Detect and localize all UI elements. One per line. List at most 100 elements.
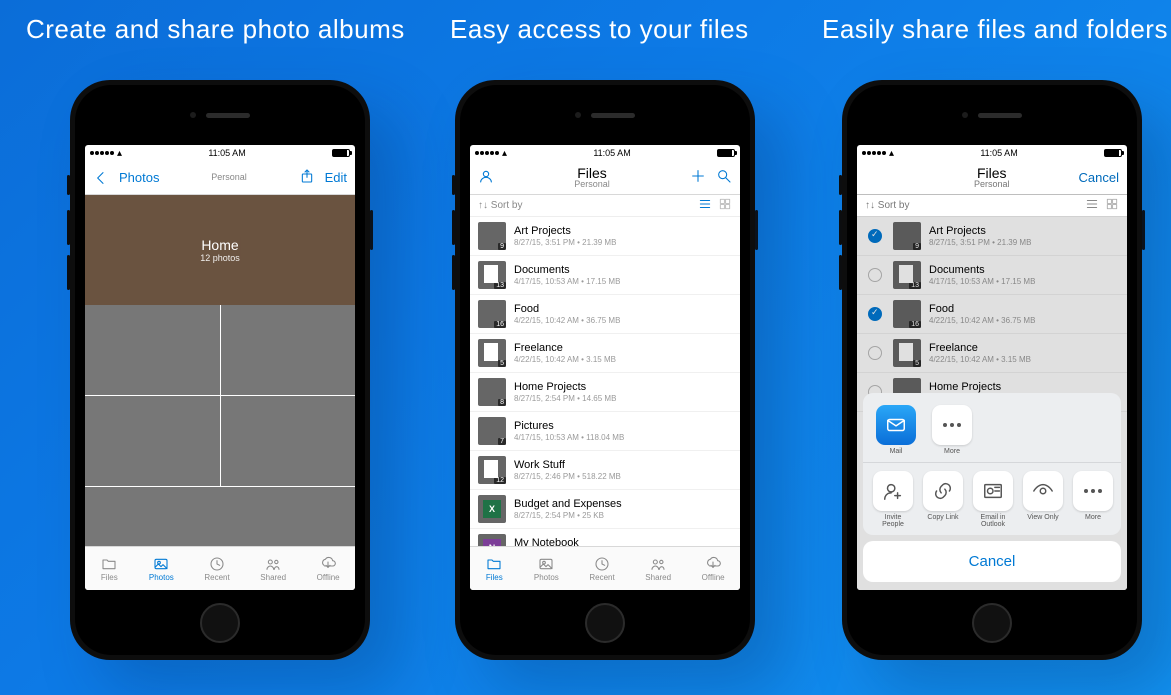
file-info: 4/22/15, 10:42 AM • 36.75 MB xyxy=(929,316,1035,326)
more-icon xyxy=(932,405,972,445)
file-row[interactable]: 5Freelance4/22/15, 10:42 AM • 3.15 MB xyxy=(470,334,740,373)
search-icon[interactable] xyxy=(716,168,732,187)
sort-button[interactable]: ↑↓ Sort by xyxy=(865,200,909,211)
file-name: Pictures xyxy=(514,420,624,433)
share-option-label: Invite People xyxy=(873,514,913,529)
share-icon[interactable] xyxy=(299,168,315,187)
tab-recent[interactable]: Recent xyxy=(589,556,614,582)
sort-button[interactable]: ↑↓ Sort by xyxy=(478,200,522,211)
select-checkbox[interactable] xyxy=(868,229,882,243)
edit-button[interactable]: Edit xyxy=(325,170,347,185)
back-button[interactable]: Photos xyxy=(93,170,159,186)
sort-toolbar: ↑↓ Sort by xyxy=(857,195,1127,217)
file-row[interactable]: 9Art Projects8/27/15, 3:51 PM • 21.39 MB xyxy=(857,217,1127,256)
file-name: My Notebook xyxy=(514,537,613,546)
file-thumbnail: N xyxy=(478,534,506,546)
select-checkbox[interactable] xyxy=(868,268,882,282)
file-row[interactable]: NMy Notebook10/6/15, 12:51 PM • 280 KB xyxy=(470,529,740,546)
tab-offline[interactable]: Offline xyxy=(317,556,340,582)
file-name: Art Projects xyxy=(514,225,616,238)
file-count-badge: 12 xyxy=(494,477,506,484)
file-count-badge: 5 xyxy=(498,360,506,367)
nav-bar: Files Personal xyxy=(470,161,740,195)
file-info: 8/27/15, 3:51 PM • 21.39 MB xyxy=(929,238,1031,248)
file-name: Art Projects xyxy=(929,225,1031,238)
album-hero[interactable]: Home 12 photos xyxy=(85,195,355,305)
tab-shared[interactable]: Shared xyxy=(645,556,671,582)
nav-cancel-button[interactable]: Cancel xyxy=(1079,170,1119,185)
select-checkbox[interactable] xyxy=(868,385,882,399)
file-thumbnail: 8 xyxy=(893,378,921,406)
account-icon[interactable] xyxy=(478,168,494,187)
file-count-badge: 9 xyxy=(498,243,506,250)
share-option-view[interactable]: View Only xyxy=(1023,471,1063,529)
screen-share: ▴ 11:05 AM Files Personal Cancel ↑↓ Sort… xyxy=(857,145,1127,590)
share-option-invite[interactable]: Invite People xyxy=(873,471,913,529)
view-grid-icon[interactable] xyxy=(1105,197,1119,214)
file-info: 8/27/15, 2:54 PM • 25 KB xyxy=(514,511,622,521)
photo-thumbnail[interactable] xyxy=(221,305,356,395)
tab-files[interactable]: Files xyxy=(485,556,503,582)
status-bar: ▴ 11:05 AM xyxy=(470,145,740,161)
tab-recent[interactable]: Recent xyxy=(204,556,229,582)
file-row[interactable]: 16Food4/22/15, 10:42 AM • 36.75 MB xyxy=(857,295,1127,334)
photo-thumbnail[interactable] xyxy=(85,396,220,486)
file-row[interactable]: 16 Food4/22/15, 10:42 AM • 36.75 MB xyxy=(470,295,740,334)
file-count-badge: 16 xyxy=(494,321,506,328)
copy-link-icon xyxy=(923,471,963,511)
file-row[interactable]: 8Home Projects8/27/15, 2:54 PM • 14.65 M… xyxy=(857,373,1127,412)
share-option-more[interactable]: More xyxy=(929,405,975,456)
share-option-mail[interactable]: Mail xyxy=(873,405,919,456)
album-subtitle: 12 photos xyxy=(200,253,240,263)
file-row[interactable]: 9Art Projects8/27/15, 3:51 PM • 21.39 MB xyxy=(470,217,740,256)
home-button[interactable] xyxy=(585,603,625,643)
file-row[interactable]: 5Freelance4/22/15, 10:42 AM • 3.15 MB xyxy=(857,334,1127,373)
file-count-badge: 5 xyxy=(913,360,921,367)
file-thumbnail: 7 xyxy=(478,417,506,445)
tab-photos[interactable]: Photos xyxy=(149,556,174,582)
nav-title: Files xyxy=(577,166,607,180)
share-option-label: View Only xyxy=(1027,514,1058,522)
photo-thumbnail[interactable] xyxy=(221,396,356,486)
album-title: Home xyxy=(200,237,240,253)
tab-photos[interactable]: Photos xyxy=(534,556,559,582)
select-checkbox[interactable] xyxy=(868,346,882,360)
file-row[interactable]: 13Documents4/17/15, 10:53 AM • 17.15 MB xyxy=(857,256,1127,295)
select-checkbox[interactable] xyxy=(868,307,882,321)
share-option-label: More xyxy=(1085,514,1101,522)
caption-3: Easily share files and folders xyxy=(822,14,1168,45)
file-row[interactable]: 13Documents4/17/15, 10:53 AM • 17.15 MB xyxy=(470,256,740,295)
file-row[interactable]: 7Pictures4/17/15, 10:53 AM • 118.04 MB xyxy=(470,412,740,451)
file-name: Food xyxy=(514,303,620,316)
view-only-icon xyxy=(1023,471,1063,511)
file-name: Work Stuff xyxy=(514,459,621,472)
file-row[interactable]: 12Work Stuff8/27/15, 2:46 PM • 518.22 MB xyxy=(470,451,740,490)
home-button[interactable] xyxy=(972,603,1012,643)
add-icon[interactable] xyxy=(690,168,706,187)
phone-photos: ▴ 11:05 AM Photos Personal Edit Home xyxy=(70,80,370,660)
photo-thumbnail[interactable] xyxy=(85,305,220,395)
file-row[interactable]: 8Home Projects8/27/15, 2:54 PM • 14.65 M… xyxy=(470,373,740,412)
tab-files[interactable]: Files xyxy=(100,556,118,582)
view-list-icon[interactable] xyxy=(1085,197,1099,214)
view-list-icon[interactable] xyxy=(698,197,712,214)
share-cancel-button[interactable]: Cancel xyxy=(863,541,1121,582)
tab-shared[interactable]: Shared xyxy=(260,556,286,582)
file-info: 8/27/15, 2:54 PM • 14.65 MB xyxy=(514,394,616,404)
file-count-badge: 13 xyxy=(494,282,506,289)
photo-thumbnail[interactable] xyxy=(85,487,355,546)
share-option-outlook[interactable]: Email in Outlook xyxy=(973,471,1013,529)
tab-offline[interactable]: Offline xyxy=(702,556,725,582)
file-count-badge: 8 xyxy=(913,399,921,406)
file-info: 4/22/15, 10:42 AM • 36.75 MB xyxy=(514,316,620,326)
file-thumbnail: 5 xyxy=(478,339,506,367)
file-row[interactable]: XBudget and Expenses8/27/15, 2:54 PM • 2… xyxy=(470,490,740,529)
status-time: 11:05 AM xyxy=(980,148,1017,158)
share-option-more2[interactable]: More xyxy=(1073,471,1113,529)
share-option-copy[interactable]: Copy Link xyxy=(923,471,963,529)
view-grid-icon[interactable] xyxy=(718,197,732,214)
home-button[interactable] xyxy=(200,603,240,643)
screen-files: ▴ 11:05 AM Files Personal ↑↓ Sort by xyxy=(470,145,740,590)
nav-bar: Photos Personal Edit xyxy=(85,161,355,195)
tab-bar: Files Photos Recent Shared Offline xyxy=(470,546,740,590)
